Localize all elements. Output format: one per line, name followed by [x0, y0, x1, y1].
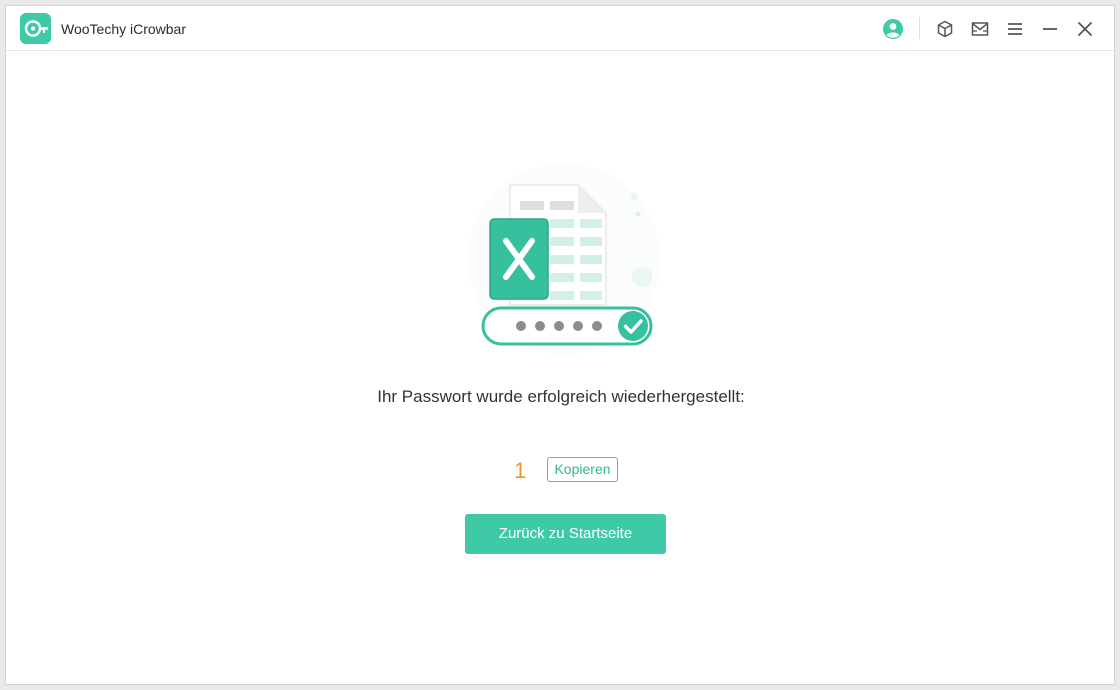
toolbar-separator [919, 17, 920, 39]
box-icon[interactable] [934, 18, 956, 40]
user-icon[interactable] [882, 18, 904, 40]
mail-icon[interactable] [969, 18, 991, 40]
password-value[interactable]: 1 [514, 458, 526, 484]
app-title: WooTechy iCrowbar [61, 21, 187, 37]
password-row: 1 Kopieren [6, 456, 1116, 484]
excel-password-icon [464, 159, 664, 359]
app-window: WooTechy iCrowbar Ihr Passwort wurde erf… [5, 5, 1115, 685]
menu-icon[interactable] [1004, 18, 1026, 40]
logo-icon [20, 13, 51, 44]
success-message: Ihr Passwort wurde erfolgreich wiederher… [377, 387, 745, 406]
minimize-icon[interactable] [1039, 18, 1061, 40]
close-icon[interactable] [1074, 18, 1096, 40]
copy-button[interactable]: Kopieren [547, 457, 618, 482]
title-bar: WooTechy iCrowbar [6, 6, 1114, 51]
back-to-home-button[interactable]: Zurück zu Startseite [465, 514, 666, 554]
